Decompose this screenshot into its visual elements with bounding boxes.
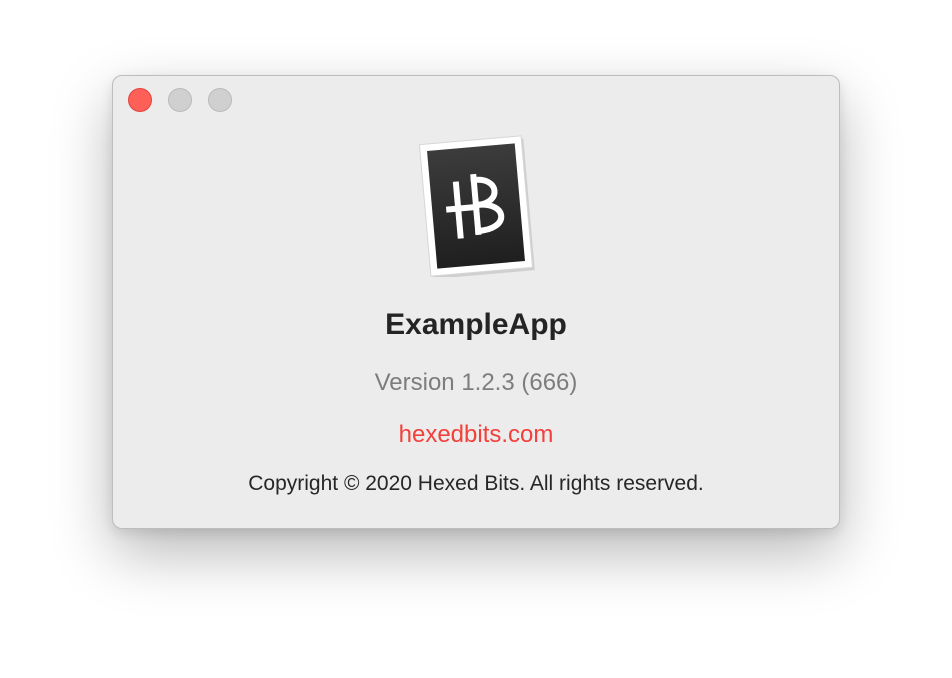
about-content: ExampleApp Version 1.2.3 (666) hexedbits… — [113, 76, 839, 528]
app-name: ExampleApp — [385, 308, 567, 341]
app-icon — [418, 135, 535, 277]
about-window: ExampleApp Version 1.2.3 (666) hexedbits… — [112, 75, 840, 529]
website-link[interactable]: hexedbits.com — [113, 421, 839, 449]
app-version: Version 1.2.3 (666) — [374, 369, 578, 396]
desktop: ExampleApp Version 1.2.3 (666) hexedbits… — [0, 0, 952, 678]
copyright-notice: Copyright © 2020 Hexed Bits. All rights … — [248, 472, 704, 495]
